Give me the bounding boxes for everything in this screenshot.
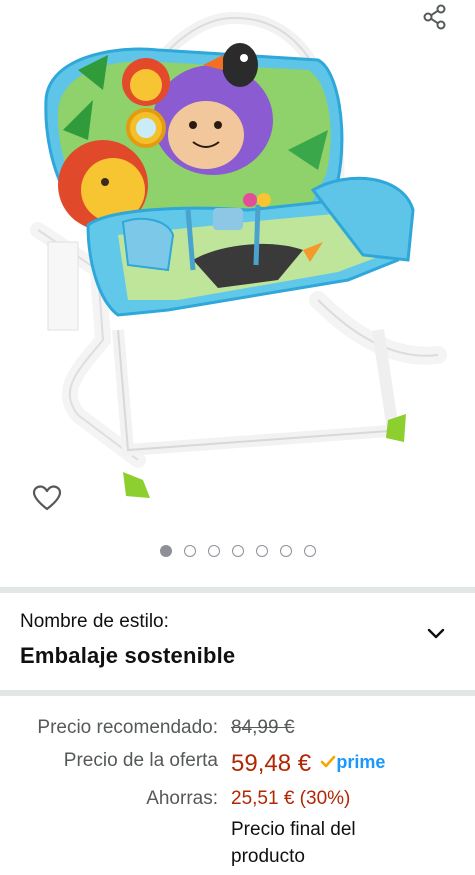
product-image-gallery[interactable] [0,0,475,585]
list-price: 84,99 € [231,717,295,738]
list-price-label: Precio recomendado: [37,717,218,738]
carousel-dot[interactable] [279,545,292,557]
carousel-dot[interactable] [303,545,316,557]
carousel-dot[interactable] [207,545,220,557]
heart-icon [32,485,62,511]
style-selector[interactable]: Nombre de estilo: Embalaje sostenible [0,598,475,688]
style-label: Nombre de estilo: [20,611,169,632]
final-price-note-line: producto [231,846,305,867]
carousel-dot[interactable] [183,545,196,557]
style-value: Embalaje sostenible [20,643,236,668]
carousel-dot[interactable] [231,545,244,557]
prime-check-icon [321,755,336,768]
final-price-note-line: Precio final del [231,819,356,840]
add-to-wishlist-button[interactable] [30,481,64,515]
deal-price-label: Precio de la oferta [63,750,218,771]
share-icon [423,4,446,30]
savings-label: Ahorras: [146,788,218,809]
share-button[interactable] [418,0,452,34]
savings-value: 25,51 € (30%) [231,788,351,809]
carousel-dot[interactable] [159,545,172,557]
chevron-down-icon [427,628,445,639]
carousel-dot[interactable] [255,545,268,557]
product-image[interactable] [18,10,463,510]
prime-label: prime [336,751,386,772]
deal-price: 59,48 € [231,750,312,777]
section-divider [0,587,475,593]
final-price-note: Precio final del producto [231,816,356,870]
price-block: Precio recomendado: 84,99 € Precio de la… [0,700,475,875]
deal-price-row: 59,48 € prime [231,750,385,778]
prime-badge[interactable]: prime [320,752,385,773]
image-carousel-dots [0,540,475,562]
section-divider [0,690,475,696]
